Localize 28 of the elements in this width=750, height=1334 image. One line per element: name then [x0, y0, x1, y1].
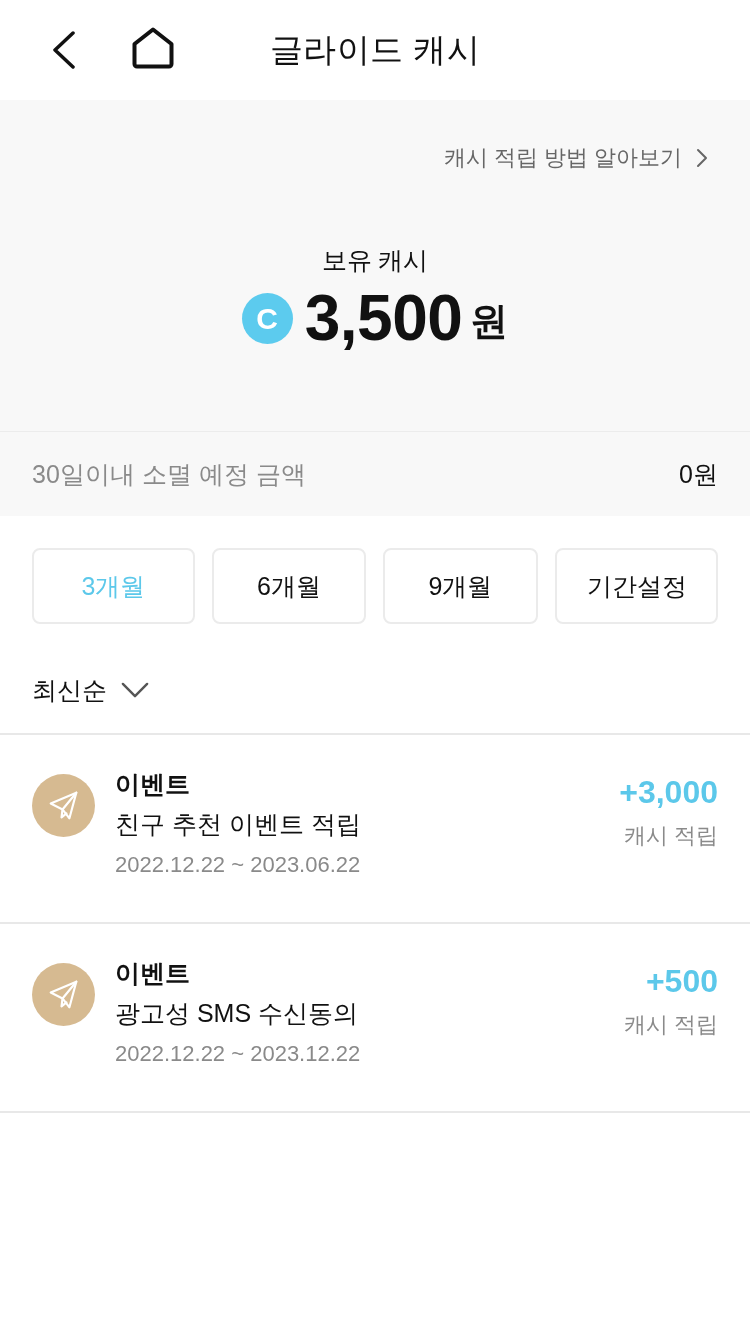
paper-plane-icon	[32, 774, 95, 837]
transaction-type: 캐시 적립	[623, 1011, 718, 1039]
transaction-amount: +500	[644, 962, 718, 1001]
chevron-right-icon	[696, 148, 708, 168]
period-tab[interactable]: 9개월	[383, 548, 538, 624]
expiry-label: 30일이내 소멸 예정 금액	[32, 458, 306, 490]
chevron-down-icon	[121, 681, 149, 699]
category-label: 이벤트	[115, 769, 191, 800]
category-label: 이벤트	[115, 958, 191, 989]
currency-unit: 원	[470, 299, 509, 344]
coin-icon: C	[241, 292, 293, 344]
balance-label: 보유 캐시	[320, 245, 430, 276]
sort-dropdown[interactable]: 최신순	[32, 670, 149, 710]
balance-amount: 3,500	[304, 281, 463, 356]
transaction-description: 친구 추천 이벤트 적립	[115, 809, 362, 840]
period-tab[interactable]: 기간설정	[555, 548, 718, 624]
back-icon[interactable]	[52, 31, 76, 69]
guide-link[interactable]: 캐시 적립 방법 알아보기	[443, 140, 708, 176]
home-icon[interactable]	[132, 27, 174, 69]
period-tab[interactable]: 6개월	[212, 548, 366, 624]
expiry-amount: 0원	[679, 458, 718, 490]
transaction-description: 광고성 SMS 수신동의	[115, 998, 360, 1029]
transaction-type: 캐시 적립	[622, 822, 718, 850]
page-title: 글라이드 캐시	[269, 29, 481, 70]
validity-period: 2022.12.22 ~ 2023.12.22	[115, 1040, 362, 1068]
paper-plane-icon	[32, 963, 95, 1026]
validity-period: 2022.12.22 ~ 2023.06.22	[115, 851, 362, 879]
transaction-amount: +3,000	[619, 773, 718, 812]
